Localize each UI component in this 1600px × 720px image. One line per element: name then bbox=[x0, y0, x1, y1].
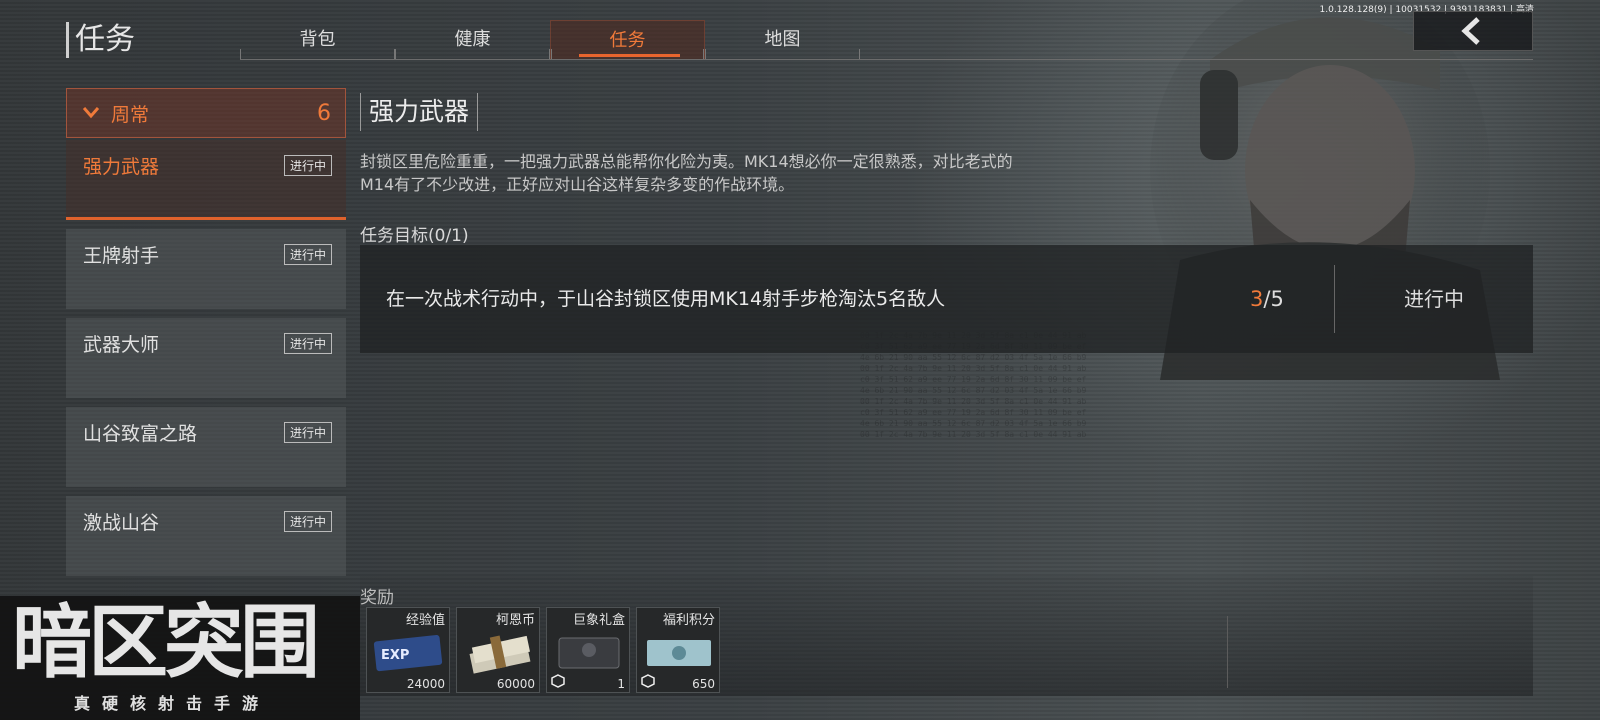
back-button[interactable] bbox=[1413, 11, 1533, 51]
reward-points[interactable]: 福利积分 650 bbox=[636, 607, 720, 693]
task-item-powerful-weapon[interactable]: 强力武器 进行中 bbox=[66, 140, 346, 220]
reward-gift-box[interactable]: 巨象礼盒 1 bbox=[546, 607, 630, 693]
cube-icon bbox=[551, 674, 565, 688]
task-item-valley-riches[interactable]: 山谷致富之路 进行中 bbox=[66, 407, 346, 487]
progress-total: /5 bbox=[1263, 287, 1284, 311]
category-weekly[interactable]: 周常 6 bbox=[66, 88, 346, 138]
status-badge: 进行中 bbox=[283, 244, 332, 265]
reward-name: 福利积分 bbox=[662, 613, 715, 628]
logo-subtitle: 真硬核射击手游 bbox=[74, 694, 271, 713]
reward-name: 柯恩币 bbox=[495, 613, 535, 628]
header-divider bbox=[240, 59, 1533, 60]
tab-label: 地图 bbox=[764, 29, 801, 50]
tab-bar: 背包 健康 任务 地图 bbox=[240, 20, 860, 60]
reward-amount: 1 bbox=[617, 677, 625, 691]
objective-text: 在一次战术行动中，于山谷封锁区使用MK14射手步枪淘汰5名敌人 bbox=[386, 288, 946, 310]
game-logo: 暗区突围 真硬核射击手游 bbox=[0, 596, 360, 720]
page-title: 任务 bbox=[66, 22, 135, 58]
task-item-valley-battle[interactable]: 激战山谷 进行中 bbox=[66, 496, 346, 576]
status-badge: 进行中 bbox=[283, 155, 332, 176]
reward-amount: 60000 bbox=[496, 677, 535, 691]
quest-title: 强力武器 bbox=[360, 93, 479, 131]
tab-label: 健康 bbox=[454, 29, 491, 50]
status-badge: 进行中 bbox=[283, 511, 332, 532]
chevron-left-icon bbox=[1461, 17, 1480, 45]
cash-stack-icon bbox=[469, 635, 531, 674]
active-tab-indicator bbox=[579, 54, 680, 57]
status-badge: 进行中 bbox=[283, 333, 332, 354]
tab-label: 背包 bbox=[299, 29, 336, 50]
tab-map[interactable]: 地图 bbox=[705, 20, 860, 60]
reward-koen-coin[interactable]: 柯恩币 60000 bbox=[456, 607, 540, 693]
svg-text:EXP: EXP bbox=[381, 648, 409, 663]
objective-progress: 3/5 bbox=[1250, 245, 1284, 353]
task-item-ace-shooter[interactable]: 王牌射手 进行中 bbox=[66, 229, 346, 309]
reward-list: EXP 经验值 24000 柯恩币 60000 巨象礼盒 1 福利积分 650 bbox=[366, 607, 720, 693]
objectives-header: 任务目标(0/1) bbox=[360, 226, 469, 246]
reward-divider bbox=[1227, 616, 1228, 688]
progress-current: 3 bbox=[1250, 287, 1264, 311]
tab-label: 任务 bbox=[609, 30, 646, 51]
tab-missions[interactable]: 任务 bbox=[550, 20, 705, 60]
cube-icon bbox=[641, 674, 655, 688]
reward-name: 经验值 bbox=[405, 613, 445, 628]
tab-health[interactable]: 健康 bbox=[395, 20, 550, 60]
points-ticket-icon bbox=[647, 640, 711, 666]
objective-status: 进行中 bbox=[1404, 287, 1464, 311]
gift-box-icon bbox=[558, 637, 620, 669]
quest-description: 封锁区里危险重重，一把强力武器总能帮你化险为夷。MK14想必你一定很熟悉，对比老… bbox=[360, 152, 1013, 194]
reward-name: 巨象礼盒 bbox=[572, 613, 625, 628]
exp-ticket-icon: EXP bbox=[373, 635, 443, 672]
objective-row: 在一次战术行动中，于山谷封锁区使用MK14射手步枪淘汰5名敌人 3/5 进行中 bbox=[360, 245, 1533, 353]
task-item-weapon-master[interactable]: 武器大师 进行中 bbox=[66, 318, 346, 398]
category-label: 周常 bbox=[111, 103, 150, 126]
reward-amount: 24000 bbox=[406, 677, 445, 691]
tab-backpack[interactable]: 背包 bbox=[240, 20, 395, 60]
reward-amount: 650 bbox=[692, 677, 715, 691]
rewards-label: 奖励 bbox=[360, 588, 394, 608]
chevron-down-icon bbox=[83, 107, 99, 119]
reward-exp[interactable]: EXP 经验值 24000 bbox=[366, 607, 450, 693]
logo-title: 暗区突围 bbox=[12, 596, 320, 689]
category-count: 6 bbox=[317, 100, 331, 126]
status-badge: 进行中 bbox=[283, 422, 332, 443]
